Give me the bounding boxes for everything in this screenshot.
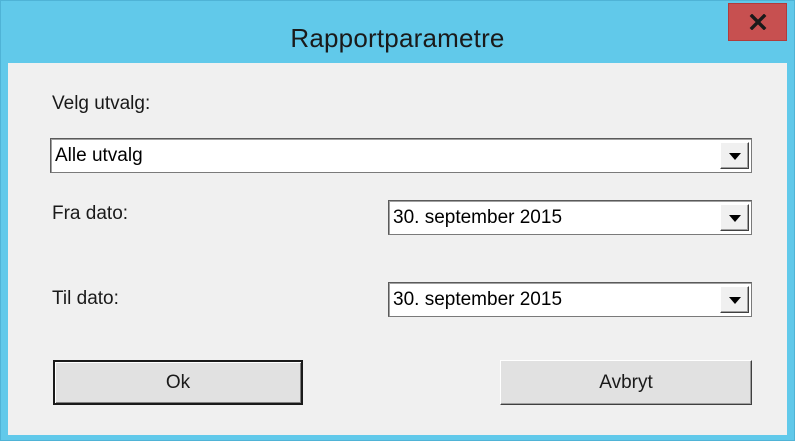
selection-value: Alle utvalg — [55, 145, 143, 166]
dialog-body: Velg utvalg: Alle utvalg Fra dato: 30. s… — [8, 63, 787, 435]
close-button[interactable] — [728, 3, 787, 41]
to-date-picker[interactable]: 30. september 2015 — [388, 282, 752, 317]
to-date-dropdown-button[interactable] — [720, 286, 749, 313]
chevron-down-icon — [728, 209, 741, 227]
to-date-value: 30. september 2015 — [393, 289, 563, 310]
selection-label: Velg utvalg: — [52, 93, 151, 114]
dialog-window: Rapportparametre Velg utvalg: Alle utval… — [0, 0, 795, 441]
ok-button[interactable]: Ok — [53, 360, 303, 405]
selection-dropdown[interactable]: Alle utvalg — [50, 138, 752, 173]
cancel-button[interactable]: Avbryt — [500, 360, 752, 405]
close-icon — [749, 14, 767, 30]
chevron-down-icon — [728, 291, 741, 309]
dialog-title: Rapportparametre — [290, 23, 505, 53]
to-date-label: Til dato: — [52, 288, 119, 309]
from-date-value: 30. september 2015 — [393, 207, 563, 228]
from-date-picker[interactable]: 30. september 2015 — [388, 200, 752, 235]
from-date-dropdown-button[interactable] — [720, 204, 749, 231]
selection-dropdown-button[interactable] — [720, 142, 749, 169]
chevron-down-icon — [728, 147, 741, 165]
from-date-label: Fra dato: — [52, 203, 129, 224]
